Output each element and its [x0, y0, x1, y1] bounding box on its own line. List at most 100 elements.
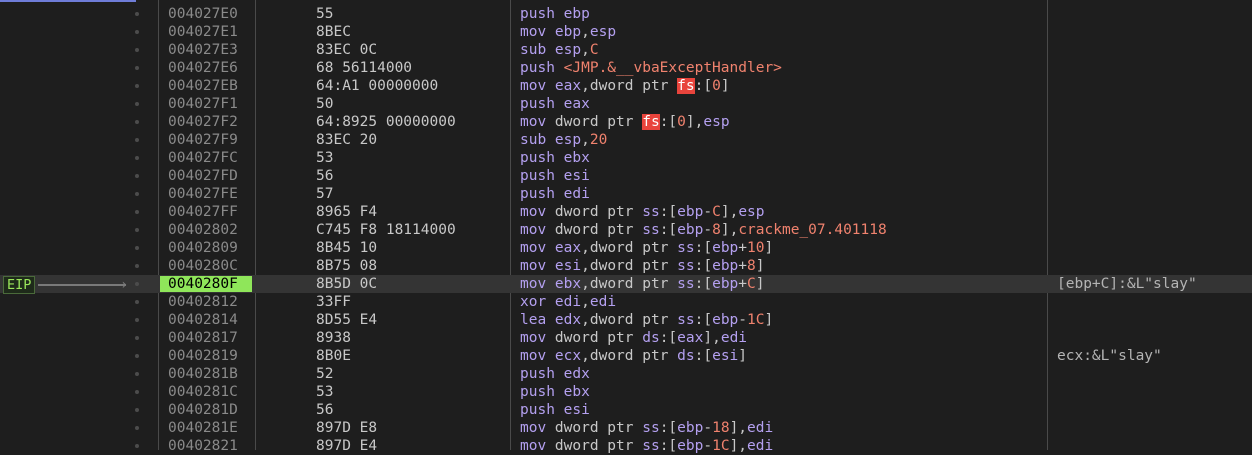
bytes-cell[interactable]: 68 56114000: [316, 59, 412, 77]
bytes-cell[interactable]: 50: [316, 95, 333, 113]
address-cell[interactable]: 0040281E: [168, 419, 238, 437]
disassembly-cell[interactable]: sub esp,20: [520, 131, 607, 149]
breakpoint-dot-icon[interactable]: [135, 156, 139, 160]
breakpoint-dot-icon[interactable]: [135, 390, 139, 394]
instruction-row[interactable]: 0040281B 52 push edx: [0, 365, 1252, 383]
bytes-cell[interactable]: 8D55 E4: [316, 311, 377, 329]
disassembly-cell[interactable]: push ebx: [520, 149, 590, 167]
disassembly-cell[interactable]: mov dword ptr ss:[ebp-8],crackme_07.4011…: [520, 221, 887, 239]
instruction-row[interactable]: 0040281D 56 push esi: [0, 401, 1252, 419]
breakpoint-dot-icon[interactable]: [135, 354, 139, 358]
disassembly-cell[interactable]: mov dword ptr ss:[ebp-18],edi: [520, 419, 773, 437]
instruction-row[interactable]: 00402812 33FF xor edi,edi: [0, 293, 1252, 311]
address-cell[interactable]: 00402814: [168, 311, 238, 329]
breakpoint-dot-icon[interactable]: [135, 318, 139, 322]
bytes-cell[interactable]: 56: [316, 401, 333, 419]
address-cell[interactable]: 004027E6: [168, 59, 238, 77]
instruction-row[interactable]: 004027F2 64:8925 00000000 mov dword ptr fs…: [0, 113, 1252, 131]
bytes-cell[interactable]: 83EC 20: [316, 131, 377, 149]
instruction-row[interactable]: 00402809 8B45 10 mov eax,dword ptr ss:[ebp…: [0, 239, 1252, 257]
instruction-row[interactable]: 00402802 C745 F8 18114000 mov dword ptr ss…: [0, 221, 1252, 239]
instruction-row[interactable]: 004027E6 68 56114000 push <JMP.&__vbaExcep…: [0, 59, 1252, 77]
breakpoint-dot-icon[interactable]: [135, 264, 139, 268]
comment-cell[interactable]: [ebp+C]:&L"slay": [1057, 275, 1197, 293]
disassembly-cell[interactable]: push edx: [520, 365, 590, 383]
address-cell[interactable]: 00402819: [168, 347, 238, 365]
instruction-row[interactable]: 004027FC 53 push ebx: [0, 149, 1252, 167]
bytes-cell[interactable]: 8B5D 0C: [316, 275, 377, 293]
disassembly-cell[interactable]: push <JMP.&__vbaExceptHandler>: [520, 59, 782, 77]
address-cell[interactable]: 004027E0: [168, 5, 238, 23]
address-cell[interactable]: 004027E1: [168, 23, 238, 41]
bytes-cell[interactable]: 8938: [316, 329, 351, 347]
breakpoint-dot-icon[interactable]: [135, 174, 139, 178]
instruction-row[interactable]: 0040280C 8B75 08 mov esi,dword ptr ss:[ebp…: [0, 257, 1252, 275]
breakpoint-dot-icon[interactable]: [135, 48, 139, 52]
disassembly-cell[interactable]: mov eax,dword ptr fs:[0]: [520, 77, 730, 95]
bytes-cell[interactable]: 897D E8: [316, 419, 377, 437]
address-cell[interactable]: 00402817: [168, 329, 238, 347]
address-cell[interactable]: 004027F1: [168, 95, 238, 113]
comment-cell[interactable]: ecx:&L"slay": [1057, 347, 1162, 365]
disassembly-cell[interactable]: push ebp: [520, 5, 590, 23]
disassembly-cell[interactable]: mov dword ptr fs:[0],esp: [520, 113, 730, 131]
address-cell[interactable]: 004027F9: [168, 131, 238, 149]
breakpoint-dot-icon[interactable]: [135, 408, 139, 412]
address-cell[interactable]: 00402809: [168, 239, 238, 257]
breakpoint-dot-icon[interactable]: [135, 282, 139, 286]
address-cell[interactable]: 0040280F: [160, 276, 252, 292]
instruction-row[interactable]: 004027EB 64:A1 00000000 mov eax,dword ptr …: [0, 77, 1252, 95]
breakpoint-dot-icon[interactable]: [135, 210, 139, 214]
address-cell[interactable]: 004027FD: [168, 167, 238, 185]
breakpoint-dot-icon[interactable]: [135, 84, 139, 88]
instruction-row[interactable]: 004027F9 83EC 20 sub esp,20: [0, 131, 1252, 149]
bytes-cell[interactable]: 56: [316, 167, 333, 185]
disassembly-cell[interactable]: push eax: [520, 95, 590, 113]
address-cell[interactable]: 00402821: [168, 437, 238, 455]
instruction-row[interactable]: 004027FD 56 push esi: [0, 167, 1252, 185]
bytes-cell[interactable]: 33FF: [316, 293, 351, 311]
address-cell[interactable]: 0040280C: [168, 257, 238, 275]
instruction-row[interactable]: 004027E0 55 push ebp: [0, 5, 1252, 23]
address-cell[interactable]: 00402802: [168, 221, 238, 239]
breakpoint-dot-icon[interactable]: [135, 228, 139, 232]
disassembly-cell[interactable]: mov eax,dword ptr ss:[ebp+10]: [520, 239, 773, 257]
bytes-cell[interactable]: 55: [316, 5, 333, 23]
breakpoint-dot-icon[interactable]: [135, 246, 139, 250]
disassembly-cell[interactable]: push edi: [520, 185, 590, 203]
breakpoint-dot-icon[interactable]: [135, 192, 139, 196]
instruction-row[interactable]: 004027FE 57 push edi: [0, 185, 1252, 203]
instruction-row[interactable]: 004027F1 50 push eax: [0, 95, 1252, 113]
instruction-row[interactable]: 0040281E 897D E8 mov dword ptr ss:[ebp-18]…: [0, 419, 1252, 437]
address-cell[interactable]: 004027FE: [168, 185, 238, 203]
address-cell[interactable]: 0040281C: [168, 383, 238, 401]
address-cell[interactable]: 004027E3: [168, 41, 238, 59]
disassembly-cell[interactable]: xor edi,edi: [520, 293, 616, 311]
instruction-row[interactable]: 0040281C 53 push ebx: [0, 383, 1252, 401]
disassembly-cell[interactable]: push esi: [520, 167, 590, 185]
breakpoint-dot-icon[interactable]: [135, 66, 139, 70]
bytes-cell[interactable]: C745 F8 18114000: [316, 221, 456, 239]
breakpoint-dot-icon[interactable]: [135, 444, 139, 448]
address-cell[interactable]: 00402812: [168, 293, 238, 311]
instruction-row[interactable]: 004027E1 8BEC mov ebp,esp: [0, 23, 1252, 41]
instruction-row[interactable]: 004027E3 83EC 0C sub esp,C: [0, 41, 1252, 59]
bytes-cell[interactable]: 897D E4: [316, 437, 377, 455]
disassembly-cell[interactable]: mov ecx,dword ptr ds:[esi]: [520, 347, 747, 365]
bytes-cell[interactable]: 8965 F4: [316, 203, 377, 221]
breakpoint-dot-icon[interactable]: [135, 138, 139, 142]
disassembly-listing[interactable]: 004027E0 55 push ebp 004027E1 8BEC mov ebp,es…: [0, 5, 1252, 455]
disassembly-cell[interactable]: push esi: [520, 401, 590, 419]
bytes-cell[interactable]: 83EC 0C: [316, 41, 377, 59]
bytes-cell[interactable]: 64:A1 00000000: [316, 77, 438, 95]
address-cell[interactable]: 004027FC: [168, 149, 238, 167]
bytes-cell[interactable]: 8B45 10: [316, 239, 377, 257]
breakpoint-dot-icon[interactable]: [135, 372, 139, 376]
breakpoint-dot-icon[interactable]: [135, 300, 139, 304]
bytes-cell[interactable]: 8B0E: [316, 347, 351, 365]
address-cell[interactable]: 004027EB: [168, 77, 238, 95]
breakpoint-dot-icon[interactable]: [135, 102, 139, 106]
breakpoint-dot-icon[interactable]: [135, 30, 139, 34]
address-cell[interactable]: 004027FF: [168, 203, 238, 221]
instruction-row-current[interactable]: 0040280F 8B5D 0C mov ebx,dword ptr ss:[ebp…: [0, 275, 1252, 293]
